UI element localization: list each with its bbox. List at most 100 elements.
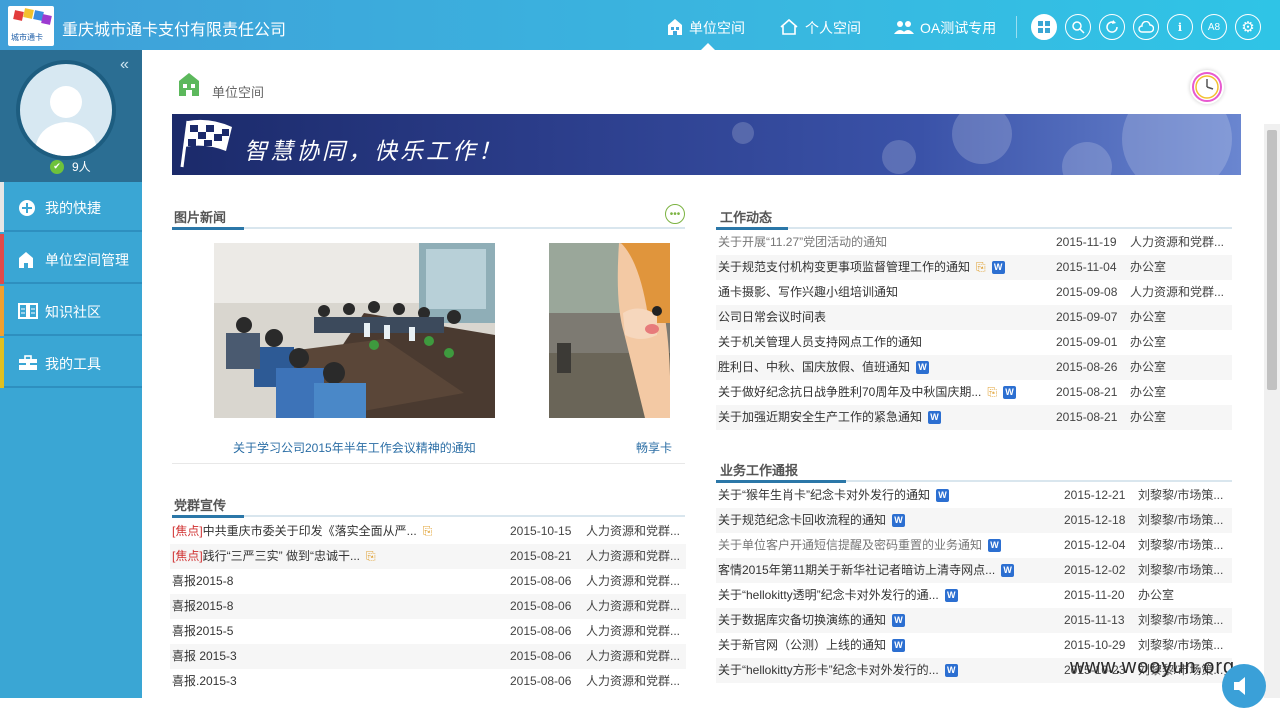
list-item[interactable]: 喜报.2015-3 2015-08-06 人力资源和党群... [170, 669, 686, 694]
speaker-icon [1222, 664, 1266, 708]
list-item[interactable]: 喜报2015-5 2015-08-06 人力资源和党群... [170, 619, 686, 644]
cloud-icon[interactable] [1133, 14, 1159, 40]
section-underline [716, 480, 1232, 483]
sidebar: « ✔ 9人 我的快捷 单位空间管理 知识社区 我的工具 [0, 50, 142, 698]
nav-personal-space[interactable]: 个人空间 [779, 18, 861, 38]
nav-oa-test[interactable]: OA测试专用 [894, 18, 996, 38]
item-title[interactable]: 关于单位客户开通短信提醒及密码重置的业务通知 W [718, 533, 1002, 558]
decor-bubble [952, 114, 1012, 164]
list-item[interactable]: 喜报2015-8 2015-08-06 人力资源和党群... [170, 594, 686, 619]
sidebar-item-my-shortcuts[interactable]: 我的快捷 [0, 182, 142, 232]
news-photo-card[interactable] [549, 243, 670, 418]
item-date: 2015-08-21 [1056, 410, 1118, 424]
item-title[interactable]: 关于规范支付机构变更事项监督管理工作的通知 ⎘ W [718, 255, 1005, 280]
item-date: 2015-10-29 [1064, 638, 1126, 652]
decor-bubble [1062, 142, 1112, 175]
item-title[interactable]: [焦点]中共重庆市委关于印发《落实全面从严... ⎘ [172, 519, 432, 544]
online-status[interactable]: ✔ 9人 [50, 158, 91, 175]
item-title[interactable]: 客情2015年第11期关于新华社记者暗访上清寺网点... W [718, 558, 1015, 583]
list-item[interactable]: 关于开展“11.27”党团活动的通知 2015-11-19 人力资源和党群... [716, 230, 1232, 255]
list-item[interactable]: 关于数据库灾备切换演练的通知 W 2015-11-13 刘黎黎/市场策... [716, 608, 1232, 633]
item-date: 2015-08-21 [1056, 385, 1118, 399]
list-item[interactable]: 关于机关管理人员支持网点工作的通知 2015-09-01 办公室 [716, 330, 1232, 355]
list-item[interactable]: 喜报 2015-3 2015-08-06 人力资源和党群... [170, 644, 686, 669]
checkered-flag-icon [176, 117, 236, 175]
list-item[interactable]: 关于加强近期安全生产工作的紧急通知 W 2015-08-21 办公室 [716, 405, 1232, 430]
font-size-icon[interactable]: A8 [1201, 14, 1227, 40]
item-department: 人力资源和党群... [586, 649, 681, 663]
search-icon[interactable] [1065, 14, 1091, 40]
item-department: 人力资源和党群... [586, 674, 681, 688]
list-item[interactable]: 关于“hellokitty透明”纪念卡对外发行的通... W 2015-11-20 办… [716, 583, 1232, 608]
attachment-icon: ⎘ [366, 549, 376, 564]
word-doc-icon: W [936, 489, 949, 503]
item-date: 2015-08-06 [510, 674, 572, 688]
item-department: 办公室 [1130, 410, 1167, 424]
list-item[interactable]: 胜利日、中秋、国庆放假、值班通知 W 2015-08-26 办公室 [716, 355, 1232, 380]
watermark: www.wooyun.org [1070, 656, 1236, 678]
item-title-text: 关于数据库灾备切换演练的通知 [718, 613, 887, 627]
settings-icon[interactable]: ⚙ [1235, 14, 1261, 40]
list-item[interactable]: 关于规范纪念卡回收流程的通知 W 2015-12-18 刘黎黎/市场策... [716, 508, 1232, 533]
sidebar-item-knowledge-community[interactable]: 知识社区 [0, 286, 142, 336]
collapse-sidebar-icon[interactable]: « [120, 56, 129, 74]
nav-unit-space[interactable]: 单位空间 [667, 18, 745, 38]
item-department: 办公室 [1130, 335, 1167, 349]
list-item[interactable]: 通卡摄影、写作兴趣小组培训通知 2015-09-08 人力资源和党群... [716, 280, 1232, 305]
item-title[interactable]: 关于开展“11.27”党团活动的通知 [718, 230, 887, 255]
item-title[interactable]: 关于“猴年生肖卡”纪念卡对外发行的通知 W [718, 483, 949, 508]
item-title[interactable]: 关于机关管理人员支持网点工作的通知 [718, 330, 922, 355]
sidebar-item-my-tools[interactable]: 我的工具 [0, 338, 142, 388]
refresh-icon[interactable] [1099, 14, 1125, 40]
list-item[interactable]: [焦点]践行“三严三实” 做到“忠诚干... ⎘ 2015-08-21 人力资源和党群… [170, 544, 686, 569]
item-title[interactable]: 关于数据库灾备切换演练的通知 W [718, 608, 906, 633]
item-title[interactable]: 喜报2015-5 [172, 619, 233, 644]
item-title[interactable]: 关于做好纪念抗日战争胜利70周年及中秋国庆期... ⎘ W [718, 380, 1016, 405]
word-doc-icon: W [944, 664, 958, 678]
item-title-text: 关于规范支付机构变更事项监督管理工作的通知 [718, 260, 971, 274]
more-icon[interactable]: ••• [665, 204, 685, 224]
list-item[interactable]: 关于做好纪念抗日战争胜利70周年及中秋国庆期... ⎘ W 2015-08-21 办公室 [716, 380, 1232, 405]
grid-icon[interactable] [1031, 14, 1057, 40]
list-item[interactable]: 关于新官网（公测）上线的通知 W 2015-10-29 刘黎黎/市场策... [716, 633, 1232, 658]
list-item[interactable]: 公司日常会议时间表 2015-09-07 办公室 [716, 305, 1232, 330]
item-title[interactable]: 胜利日、中秋、国庆放假、值班通知 W [718, 355, 930, 380]
item-title[interactable]: [焦点]践行“三严三实” 做到“忠诚干... ⎘ [172, 544, 376, 569]
item-title-text: 关于开展“11.27”党团活动的通知 [718, 235, 888, 249]
item-department: 人力资源和党群... [586, 574, 681, 588]
clock-icon[interactable] [1190, 70, 1224, 104]
item-title[interactable]: 喜报 2015-3 [172, 644, 237, 669]
item-title[interactable]: 喜报2015-8 [172, 594, 233, 619]
item-title[interactable]: 喜报2015-8 [172, 569, 233, 594]
item-title[interactable]: 关于“hellokitty透明”纪念卡对外发行的通... W [718, 583, 958, 608]
item-title[interactable]: 通卡摄影、写作兴趣小组培训通知 [718, 280, 898, 305]
avatar[interactable] [16, 60, 116, 160]
item-title[interactable]: 关于规范纪念卡回收流程的通知 W [718, 508, 906, 533]
item-title-text: 中共重庆市委关于印发《落实全面从严... [202, 524, 417, 538]
info-icon[interactable]: i [1167, 14, 1193, 40]
list-item[interactable]: 客情2015年第11期关于新华社记者暗访上清寺网点... W 2015-12-02 刘… [716, 558, 1232, 583]
scrollbar-thumb[interactable] [1267, 130, 1277, 390]
item-department: 刘黎黎/市场策... [1138, 538, 1224, 552]
online-count: 9人 [72, 160, 91, 174]
item-title[interactable]: 公司日常会议时间表 [718, 305, 826, 330]
photo-news-caption[interactable]: 畅享卡 [636, 439, 672, 456]
item-department: 刘黎黎/市场策... [1138, 488, 1224, 502]
decor-bubble [1122, 114, 1232, 175]
news-photo-meeting[interactable] [214, 243, 495, 418]
item-title[interactable]: 喜报.2015-3 [172, 669, 237, 694]
photo-news-caption[interactable]: 关于学习公司2015年半年工作会议精神的通知 [233, 439, 476, 456]
item-title-text: 喜报.2015-3 [172, 674, 237, 688]
item-title-text: 公司日常会议时间表 [718, 310, 827, 324]
list-item[interactable]: [焦点]中共重庆市委关于印发《落实全面从严... ⎘ 2015-10-15 人力资源和… [170, 519, 686, 544]
list-item[interactable]: 关于规范支付机构变更事项监督管理工作的通知 ⎘ W 2015-11-04 办公室 [716, 255, 1232, 280]
item-title[interactable]: 关于新官网（公测）上线的通知 W [718, 633, 906, 658]
nav-label: OA测试专用 [920, 20, 997, 36]
sidebar-item-unit-space-management[interactable]: 单位空间管理 [0, 234, 142, 284]
plus-circle-icon [18, 199, 36, 220]
list-item[interactable]: 关于单位客户开通短信提醒及密码重置的业务通知 W 2015-12-04 刘黎黎/市场策… [716, 533, 1232, 558]
list-item[interactable]: 喜报2015-8 2015-08-06 人力资源和党群... [170, 569, 686, 594]
list-item[interactable]: 关于“猴年生肖卡”纪念卡对外发行的通知 W 2015-12-21 刘黎黎/市场策... [716, 483, 1232, 508]
item-title[interactable]: 关于加强近期安全生产工作的紧急通知 W [718, 405, 942, 430]
item-title[interactable]: 关于“hellokitty方形卡”纪念卡对外发行的... W [718, 658, 958, 683]
